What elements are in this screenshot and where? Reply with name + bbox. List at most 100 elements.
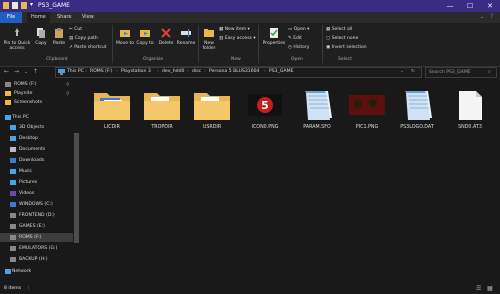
sidebar-item-games-e[interactable]: GAMES (E:): [19, 224, 45, 229]
tab-file[interactable]: File: [0, 12, 22, 23]
new-item-button[interactable]: ▦ New item ▾: [219, 27, 250, 32]
properties-button[interactable]: Properties: [261, 27, 287, 46]
rename-button[interactable]: Rename: [176, 27, 196, 46]
file-item[interactable]: SND0.AT3: [449, 88, 491, 130]
desktop-icon: [10, 136, 16, 141]
sidebar-item-pictures[interactable]: Pictures: [19, 180, 37, 185]
move-to-button[interactable]: Move to: [116, 27, 134, 46]
copy-to-button[interactable]: Copy to: [136, 27, 154, 46]
breadcrumb-playstation[interactable]: Playstation 3: [121, 69, 151, 74]
properties-icon[interactable]: [12, 2, 18, 9]
chevron-down-icon[interactable]: ⌄: [400, 69, 404, 74]
pin-quick-access-button[interactable]: Pin to Quick access: [2, 27, 32, 51]
sidebar-item-downloads[interactable]: Downloads: [19, 158, 44, 163]
recent-locations-icon[interactable]: ⌄: [24, 69, 28, 75]
invert-selection-button[interactable]: ▣ Invert selection: [326, 45, 367, 50]
file-name: ICON0.PNG: [251, 125, 279, 130]
divider: [198, 25, 199, 63]
maximize-button[interactable]: ☐: [460, 0, 480, 12]
file-item[interactable]: LICDIR: [91, 88, 133, 130]
delete-button[interactable]: Delete: [157, 27, 175, 46]
sidebar-item-documents[interactable]: Documents: [19, 147, 45, 152]
sidebar-item-frontend-d[interactable]: FRONTEND (D:): [19, 213, 55, 218]
copy-path-button[interactable]: ▤ Copy path: [69, 36, 98, 41]
new-folder-button[interactable]: New folder: [200, 27, 218, 51]
file-item[interactable]: PARAM.SFO: [296, 88, 338, 130]
file-item[interactable]: PIC1.PNG: [346, 88, 388, 130]
select-none-button[interactable]: ▢ Select none: [326, 36, 358, 41]
sidebar-item-roms-f[interactable]: ROMS (F:): [19, 235, 42, 240]
paste-button[interactable]: Paste: [50, 27, 68, 46]
sidebar-item-desktop[interactable]: Desktop: [19, 136, 38, 141]
paste-shortcut-label: Paste shortcut: [74, 45, 107, 50]
sidebar-item-this-pc[interactable]: This PC: [12, 115, 29, 120]
sidebar-item-network[interactable]: Network: [12, 269, 31, 274]
large-icons-view-icon[interactable]: ▦: [487, 285, 493, 292]
tab-home[interactable]: Home: [27, 12, 50, 23]
sidebar-item-music[interactable]: Music: [19, 169, 32, 174]
file-item[interactable]: TROPDIR: [141, 88, 183, 130]
copy-button[interactable]: Copy: [33, 27, 49, 46]
notepad-file-icon: [305, 91, 332, 120]
breadcrumb-ps3-game[interactable]: PS3_GAME: [269, 69, 293, 74]
new-folder-icon[interactable]: [21, 2, 27, 9]
chevron-right-icon: ›: [264, 69, 266, 74]
sidebar-scrollbar[interactable]: [74, 133, 79, 243]
help-icon[interactable]: ?: [490, 13, 493, 20]
folder-icon: [5, 91, 11, 96]
sidebar-item-screenshots[interactable]: Screenshots: [14, 100, 42, 105]
chevron-down-icon[interactable]: ▾: [30, 1, 33, 8]
sidebar-item-backup-h[interactable]: BACKUP (H:): [19, 257, 48, 262]
open-button[interactable]: ▭ Open ▾: [288, 27, 309, 32]
file-item[interactable]: 5 ICON0.PNG: [244, 88, 286, 130]
search-input[interactable]: Search PS3_GAME: [429, 70, 471, 75]
group-open: Open: [291, 57, 304, 62]
sidebar-item-3d-objects[interactable]: 3D Objects: [19, 125, 44, 130]
breadcrumb-roms[interactable]: ROMS (F:): [90, 69, 113, 74]
copy-icon: [37, 28, 45, 38]
file-item[interactable]: USRDIR: [191, 88, 233, 130]
item-count: 8 items: [4, 286, 22, 291]
tab-share[interactable]: Share: [57, 14, 71, 20]
up-arrow-icon[interactable]: ↑: [33, 68, 38, 75]
sidebar-item-videos[interactable]: Videos: [19, 191, 34, 196]
address-bar[interactable]: This PC › ROMS (F:) › Playstation 3 › de…: [55, 67, 422, 78]
breadcrumb-disc[interactable]: disc: [192, 69, 201, 74]
history-button[interactable]: ◷ History: [288, 45, 309, 50]
file-item[interactable]: PS3LOGO.DAT: [396, 88, 438, 130]
forward-arrow-icon[interactable]: →: [14, 68, 19, 75]
select-all-button[interactable]: ▦ Select all: [326, 27, 352, 32]
chevron-down-icon[interactable]: ⌄: [480, 14, 484, 20]
this-pc-icon: [5, 115, 11, 120]
videos-icon: [10, 191, 16, 196]
paste-shortcut-button[interactable]: ↗ Paste shortcut: [69, 45, 106, 50]
pin-icon[interactable]: ⚲: [66, 82, 70, 88]
tab-view[interactable]: View: [82, 14, 94, 20]
breadcrumb-dev-hdd0[interactable]: dev_hdd0: [162, 69, 184, 74]
pin-icon[interactable]: ⚲: [66, 91, 70, 97]
svg-text:5: 5: [261, 99, 269, 112]
drive-icon: [10, 246, 16, 251]
cut-button[interactable]: ✂ Cut: [69, 27, 82, 32]
search-box[interactable]: Search PS3_GAME ⌕: [425, 67, 497, 78]
ribbon-tabs: File Home Share View ⌄ ?: [0, 12, 500, 23]
refresh-icon[interactable]: ↻: [411, 69, 415, 74]
group-clipboard: Clipboard: [46, 57, 68, 62]
back-arrow-icon[interactable]: ←: [4, 68, 9, 75]
breadcrumb-persona5[interactable]: Persona 5 BLUS31604: [209, 69, 259, 74]
sidebar-item-emulators-g[interactable]: EMULATORS (G:): [19, 246, 57, 251]
sidebar-item-playnite[interactable]: Playnite: [14, 91, 32, 96]
cut-label: Cut: [74, 27, 82, 32]
easy-access-button[interactable]: ▥ Easy access ▾: [219, 36, 256, 41]
new-folder-label: New folder: [202, 41, 216, 51]
sidebar-item-windows-c[interactable]: WINDOWS (C:): [19, 202, 53, 207]
close-button[interactable]: ✕: [480, 0, 500, 12]
breadcrumb-this-pc[interactable]: This PC: [67, 69, 84, 74]
minimize-button[interactable]: —: [440, 0, 460, 12]
drive-icon: [10, 213, 16, 218]
details-view-icon[interactable]: ☰: [476, 285, 481, 292]
paste-label: Paste: [52, 41, 66, 46]
sidebar-item-roms-pinned[interactable]: ROMS (F:): [14, 82, 37, 87]
invert-selection-label: Invert selection: [331, 45, 367, 50]
edit-button[interactable]: ✎ Edit: [288, 36, 302, 41]
